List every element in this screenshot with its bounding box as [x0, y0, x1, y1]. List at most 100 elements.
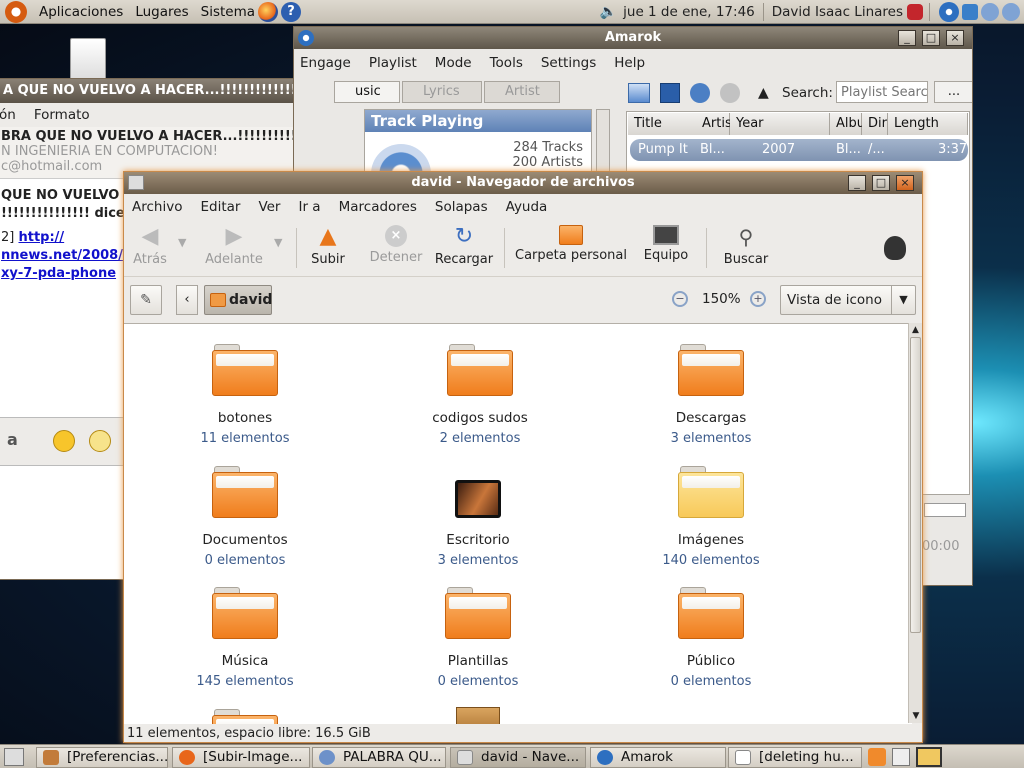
forward-button[interactable]: ▶ Adelante [204, 225, 264, 268]
search-button[interactable]: ⚲ Buscar [720, 225, 772, 267]
folder-item[interactable]: botones 11 elementos [160, 344, 330, 446]
tab-lyrics[interactable]: Lyrics [402, 81, 482, 103]
redo-icon[interactable] [720, 83, 740, 103]
smiley-icon[interactable] [53, 430, 75, 452]
scroll-down-arrow-icon[interactable]: ▼ [909, 709, 922, 723]
column-length[interactable]: Length [888, 113, 968, 135]
path-button-david[interactable]: david [204, 285, 272, 315]
volume-slider[interactable] [924, 503, 966, 517]
stop-button[interactable]: × Detener [368, 225, 424, 265]
playlist-search-input[interactable] [836, 81, 928, 103]
message-link[interactable]: xy-7-pda-phone [1, 265, 125, 283]
shutdown-icon[interactable] [907, 3, 923, 20]
save-playlist-icon[interactable] [660, 83, 680, 103]
tab-music[interactable]: usic [334, 81, 400, 103]
path-left-button[interactable]: ‹ [176, 285, 198, 315]
column-dir[interactable]: Dir [862, 113, 888, 135]
firefox-launcher-icon[interactable] [258, 1, 279, 22]
icon-view[interactable]: botones 11 elementos codigos sudos 2 ele… [124, 323, 912, 724]
folder-item[interactable]: Imágenes 140 elementos [626, 466, 796, 568]
workspace-switcher[interactable] [892, 748, 910, 766]
task-file-browser[interactable]: david - Nave... [450, 747, 586, 768]
file-browser-titlebar[interactable]: david - Navegador de archivos [124, 172, 922, 194]
playlist-row[interactable]: Pump It Bl... 2007 Bl... /... 3:37 [630, 139, 968, 161]
forward-history-chevron-icon[interactable]: ▼ [274, 236, 282, 249]
folder-item[interactable]: Plantillas 0 elementos [393, 587, 563, 689]
messenger-tray-icon[interactable] [981, 2, 999, 21]
network-tray-icon[interactable] [962, 3, 978, 20]
menu-aplicaciones[interactable]: Aplicaciones [39, 4, 123, 20]
maximize-button[interactable]: □ [872, 175, 890, 191]
menu-archivo[interactable]: Archivo [132, 199, 182, 215]
menu-help[interactable]: Help [614, 55, 645, 71]
menu-ver[interactable]: Ver [258, 199, 280, 215]
vertical-scrollbar[interactable]: ▲ ▼ [908, 323, 922, 723]
amarok-tray-icon[interactable] [939, 1, 959, 22]
minimize-button[interactable]: _ [848, 175, 866, 191]
task-palabra[interactable]: PALABRA QU... [312, 747, 446, 768]
scroll-thumb[interactable] [910, 337, 921, 633]
folder-item[interactable]: codigos sudos 2 elementos [395, 344, 565, 446]
folder-item[interactable] [160, 709, 330, 724]
menu-solapas[interactable]: Solapas [435, 199, 488, 215]
ubuntu-logo-icon[interactable] [5, 0, 27, 23]
task-amarok[interactable]: Amarok [590, 747, 726, 768]
trash-icon[interactable] [868, 748, 886, 766]
menu-engage[interactable]: Engage [300, 55, 351, 71]
search-options-button[interactable]: ... [934, 81, 972, 103]
folder-item[interactable]: Música 145 elementos [160, 587, 330, 689]
wink-icon[interactable] [89, 430, 111, 452]
help-launcher-icon[interactable]: ? [281, 1, 302, 22]
menu-marcadores[interactable]: Marcadores [339, 199, 417, 215]
menu-playlist[interactable]: Playlist [369, 55, 417, 71]
message-link[interactable]: http:// [18, 230, 64, 245]
show-desktop-button[interactable] [4, 748, 24, 766]
column-album[interactable]: Albu [830, 113, 865, 135]
reload-button[interactable]: ↻ Recargar [434, 225, 494, 268]
column-artist[interactable]: Artis [696, 113, 732, 135]
folder-item[interactable]: Descargas 3 elementos [626, 344, 796, 446]
menu-conversation[interactable]: ón [0, 107, 16, 123]
back-history-chevron-icon[interactable]: ▼ [178, 236, 186, 249]
menu-lugares[interactable]: Lugares [135, 4, 188, 20]
up-button[interactable]: ▲ Subir [308, 225, 348, 268]
workspace-active[interactable] [916, 747, 942, 767]
close-button[interactable]: × [896, 175, 914, 191]
zoom-level[interactable]: 150% [702, 291, 741, 307]
menu-sistema[interactable]: Sistema [201, 4, 255, 20]
tab-artist[interactable]: Artist [484, 81, 560, 103]
user-name[interactable]: David Isaac Linares [772, 4, 903, 20]
back-button[interactable]: ◀ Atrás [130, 225, 170, 268]
close-button[interactable]: × [946, 30, 964, 46]
task-subir-image[interactable]: [Subir-Image... [172, 747, 310, 768]
home-button[interactable]: Carpeta personal [514, 225, 628, 263]
folder-item[interactable]: Público 0 elementos [626, 587, 796, 689]
column-year[interactable]: Year [730, 113, 830, 135]
scroll-up-arrow-icon[interactable]: ▲ [909, 323, 922, 337]
toggle-location-entry-button[interactable]: ✎ [130, 285, 162, 315]
menu-formato[interactable]: Formato [34, 107, 90, 123]
message-link[interactable]: nnews.net/2008/ [1, 247, 125, 265]
column-title[interactable]: Title [628, 113, 698, 135]
view-mode-select[interactable]: Vista de icono ▼ [780, 285, 916, 315]
zoom-in-icon[interactable]: + [750, 291, 766, 307]
menu-tools[interactable]: Tools [490, 55, 523, 71]
zoom-out-icon[interactable]: − [672, 291, 688, 307]
task-deleting[interactable]: [deleting hu... [728, 747, 862, 768]
maximize-button[interactable]: □ [922, 30, 940, 46]
folder-item[interactable]: Documentos 0 elementos [160, 466, 330, 568]
chat-tray-icon[interactable] [1002, 2, 1020, 21]
minimize-button[interactable]: _ [898, 30, 916, 46]
desktop-file-icon[interactable] [70, 38, 106, 80]
menu-ir-a[interactable]: Ir a [298, 199, 320, 215]
font-icon[interactable]: a [7, 430, 18, 449]
undo-icon[interactable] [690, 83, 710, 103]
menu-mode[interactable]: Mode [435, 55, 472, 71]
folder-item[interactable]: Escritorio 3 elementos [393, 466, 563, 568]
volume-icon[interactable]: 🔈 [600, 4, 617, 20]
menu-ayuda[interactable]: Ayuda [506, 199, 548, 215]
amarok-titlebar[interactable]: Amarok [294, 27, 972, 49]
menu-editar[interactable]: Editar [200, 199, 240, 215]
menu-settings[interactable]: Settings [541, 55, 596, 71]
task-preferencias[interactable]: [Preferencias... [36, 747, 168, 768]
